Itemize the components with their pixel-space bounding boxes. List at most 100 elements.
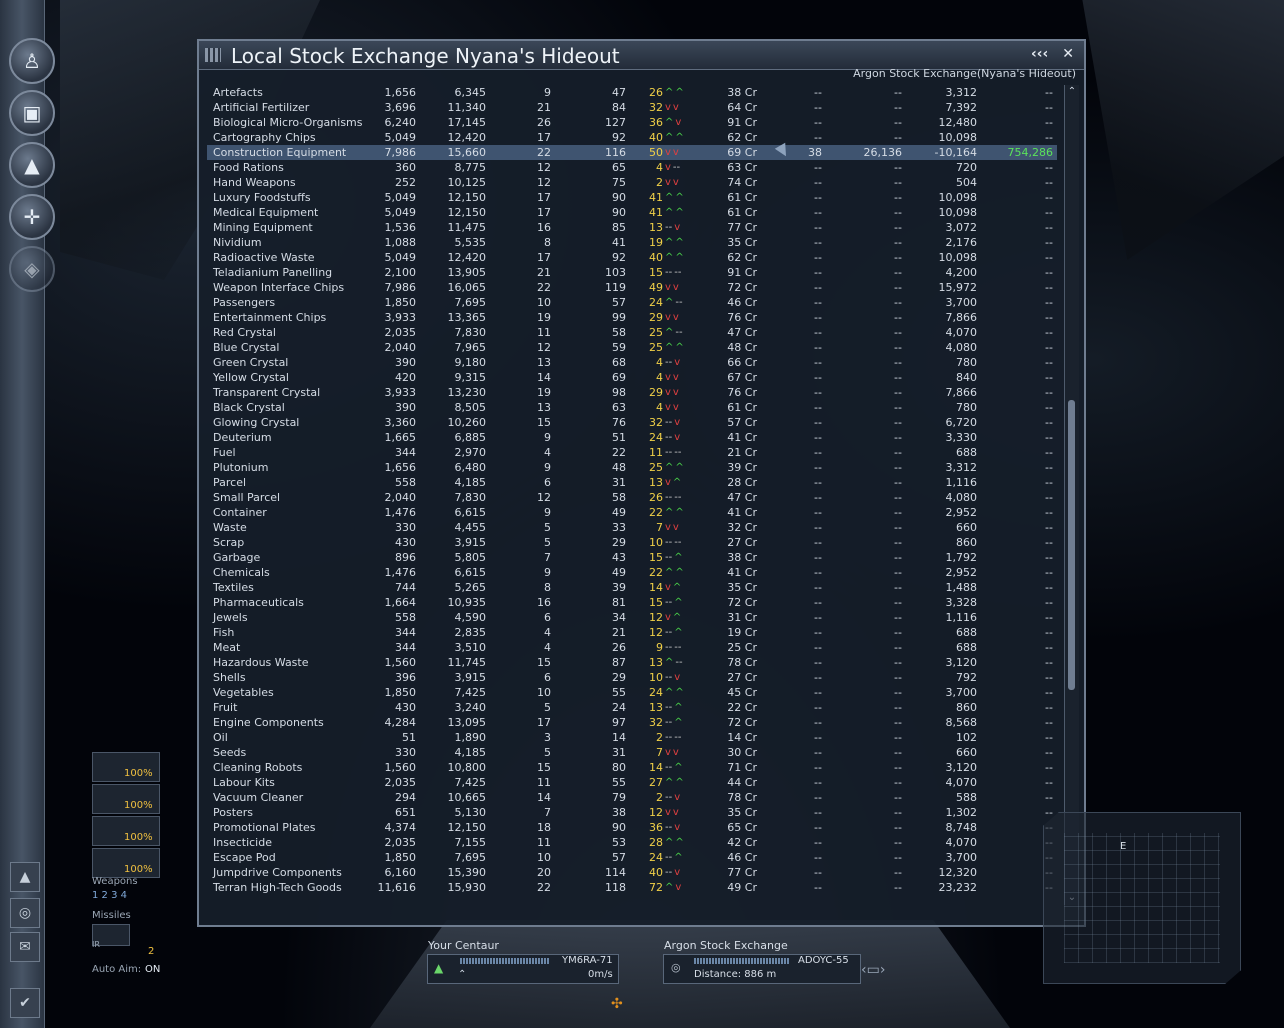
max-price: 12,150 [447, 821, 487, 834]
table-row[interactable]: Labour Kits 2,035 7,425 11 55 27 44 Cr -- -- 4,07… [207, 775, 1057, 790]
table-row[interactable]: Pharmaceuticals 1,664 10,935 16 81 15 72 Cr -- -… [207, 595, 1057, 610]
target-status-box[interactable]: ◎ ADOYC-55 Distance: 886 m [663, 954, 861, 984]
table-row[interactable]: Fuel 344 2,970 4 22 11 21 Cr -- -- 688 -- -- -- [207, 445, 1057, 460]
table-row[interactable]: Hazardous Waste 1,560 11,745 15 87 13 78 Cr -- -… [207, 655, 1057, 670]
table-row[interactable]: Weapon Interface Chips 7,986 16,065 22 119 49… [207, 280, 1057, 295]
table-row[interactable]: Shells 396 3,915 6 29 10 27 Cr -- -- 792 -- -- v [207, 670, 1057, 685]
table-row[interactable]: Plutonium 1,656 6,480 9 48 25 39 Cr -- -- 3,312 --… [207, 460, 1057, 475]
col-b: 103 [605, 266, 626, 279]
profit: -- [1045, 191, 1053, 204]
trend-up-icon: ^ [675, 507, 684, 518]
table-row[interactable]: Waste 330 4,455 5 33 7 32 Cr -- -- 660 -- v v [207, 520, 1057, 535]
table-row[interactable]: Hand Weapons 252 10,125 12 75 2 74 Cr -- -- 504 --… [207, 175, 1057, 190]
table-row[interactable]: Posters 651 5,130 7 38 12 35 Cr -- -- 1,302 -- v v [207, 805, 1057, 820]
table-row[interactable]: Fish 344 2,835 4 21 12 19 Cr -- -- 688 -- -- ^ [207, 625, 1057, 640]
table-row[interactable]: Black Crystal 390 8,505 13 63 4 61 Cr -- -- 780 --… [207, 400, 1057, 415]
table-row[interactable]: Red Crystal 2,035 7,830 11 58 25 47 Cr -- -- 4,07… [207, 325, 1057, 340]
navigation-menu-icon[interactable]: ▲ [9, 142, 55, 188]
scroll-thumb[interactable] [1068, 400, 1075, 690]
disabled-menu-icon[interactable]: ◈ [9, 246, 55, 292]
col-d1: -- [814, 446, 822, 459]
value: 4,080 [945, 341, 978, 354]
min-price: 330 [395, 746, 416, 759]
table-row[interactable]: Teladianium Panelling 2,100 13,905 21 103 15 9… [207, 265, 1057, 280]
monitor-icon[interactable]: ‹▭› [861, 962, 885, 978]
min-price: 744 [395, 581, 416, 594]
table-row[interactable]: Scrap 430 3,915 5 29 10 27 Cr -- -- 860 -- -- -- [207, 535, 1057, 550]
table-row[interactable]: Small Parcel 2,040 7,830 12 58 26 47 Cr -- -- 4,0… [207, 490, 1057, 505]
current-price: 32 [649, 716, 663, 729]
table-row[interactable]: Jumpdrive Components 6,160 15,390 20 114 40 77… [207, 865, 1057, 880]
table-row[interactable]: Biological Micro-Organisms 6,240 17,145 26 1… [207, 115, 1057, 130]
table-row[interactable]: Deuterium 1,665 6,885 9 51 24 41 Cr -- -- 3,330 --… [207, 430, 1057, 445]
table-row[interactable]: Green Crystal 390 9,180 13 68 4 66 Cr -- -- 780 --… [207, 355, 1057, 370]
table-row[interactable]: Insecticide 2,035 7,155 11 53 28 42 Cr -- -- 4,07… [207, 835, 1057, 850]
throttle-icon[interactable]: ⌃ [458, 969, 466, 980]
table-row[interactable]: Vacuum Cleaner 294 10,665 14 79 2 78 Cr -- -- 588… [207, 790, 1057, 805]
item-name: Medical Equipment [213, 206, 319, 219]
table-row[interactable]: Fruit 430 3,240 5 24 13 22 Cr -- -- 860 -- -- ^ [207, 700, 1057, 715]
close-icon[interactable]: ✕ [1062, 46, 1074, 62]
table-row[interactable]: Blue Crystal 2,040 7,965 12 59 25 48 Cr -- -- 4,0… [207, 340, 1057, 355]
table-row[interactable]: Medical Equipment 5,049 12,150 17 90 41 61 Cr -… [207, 205, 1057, 220]
table-row[interactable]: Garbage 896 5,805 7 43 15 38 Cr -- -- 1,792 -- -- ^ [207, 550, 1057, 565]
title-bar[interactable]: Local Stock Exchange Nyana's Hideout ‹‹‹… [199, 41, 1084, 70]
table-row[interactable]: Artificial Fertilizer 3,696 11,340 21 84 32 64… [207, 100, 1057, 115]
item-name: Passengers [213, 296, 276, 309]
table-row[interactable]: Nividium 1,088 5,535 8 41 19 35 Cr -- -- 2,176 -- ^… [207, 235, 1057, 250]
table-row[interactable]: Vegetables 1,850 7,425 10 55 24 45 Cr -- -- 3,700… [207, 685, 1057, 700]
table-row[interactable]: Container 1,476 6,615 9 49 22 41 Cr -- -- 2,952 --… [207, 505, 1057, 520]
table-row[interactable]: Radioactive Waste 5,049 12,420 17 92 40 62 Cr -… [207, 250, 1057, 265]
window-title: Local Stock Exchange Nyana's Hideout [231, 44, 620, 68]
table-row[interactable]: Glowing Crystal 3,360 10,260 15 76 32 57 Cr -- -… [207, 415, 1057, 430]
trend-arrows: -- v [665, 820, 682, 835]
table-row[interactable]: Jewels 558 4,590 6 34 12 31 Cr -- -- 1,116 -- v ^ [207, 610, 1057, 625]
table-row[interactable]: Construction Equipment 7,986 15,660 22 116 50… [207, 142, 1057, 160]
table-row[interactable]: Yellow Crystal 420 9,315 14 69 4 67 Cr -- -- 840 -… [207, 370, 1057, 385]
trend-up-icon: ^ [675, 342, 684, 353]
comm-icon[interactable]: ◎ [10, 898, 40, 928]
min-price: 1,656 [384, 461, 417, 474]
trend-arrows: -- -- [665, 535, 683, 550]
table-row[interactable]: Chemicals 1,476 6,615 9 49 22 41 Cr -- -- 2,952 --… [207, 565, 1057, 580]
table-row[interactable]: Cartography Chips 5,049 12,420 17 92 40 62 Cr -… [207, 130, 1057, 145]
trend-up-icon: ^ [672, 612, 682, 623]
scroll-up-icon[interactable]: ⌃ [1065, 85, 1079, 99]
table-row[interactable]: Parcel 558 4,185 6 31 13 28 Cr -- -- 1,116 -- v ^ [207, 475, 1057, 490]
min-price: 2,100 [384, 266, 417, 279]
col-d2: -- [894, 821, 902, 834]
table-row[interactable]: Mining Equipment 1,536 11,475 16 85 13 77 Cr --… [207, 220, 1057, 235]
pilot-menu-icon[interactable]: ♙ [9, 38, 55, 84]
col-d2: -- [894, 581, 902, 594]
table-row[interactable]: Artefacts 1,656 6,345 9 47 26 38 Cr -- -- 3,312 --… [207, 85, 1057, 100]
ship-menu-icon[interactable]: ▣ [9, 90, 55, 136]
checkbox-icon[interactable]: ✔ [10, 988, 40, 1018]
table-row[interactable]: Luxury Foodstuffs 5,049 12,150 17 90 41 61 Cr -… [207, 190, 1057, 205]
current-price: 25 [649, 326, 663, 339]
table-row[interactable]: Textiles 744 5,265 8 39 14 35 Cr -- -- 1,488 -- v ^ [207, 580, 1057, 595]
weapons-panel: 100% 100% 100% 100% Weapons 1 2 3 4 Miss… [90, 750, 198, 980]
scrollbar[interactable]: ⌃ ⌄ [1064, 85, 1079, 905]
table-row[interactable]: Passengers 1,850 7,695 10 57 24 46 Cr -- -- 3,700… [207, 295, 1057, 310]
max-price: 13,905 [447, 266, 487, 279]
up-arrow-icon[interactable]: ▲ [10, 862, 40, 892]
profit: -- [1045, 761, 1053, 774]
table-row[interactable]: Oil 51 1,890 3 14 2 14 Cr -- -- 102 -- -- -- [207, 730, 1057, 745]
profit: -- [1045, 161, 1053, 174]
table-row[interactable]: Engine Components 4,284 13,095 17 97 32 72 Cr -… [207, 715, 1057, 730]
item-name: Shells [213, 671, 246, 684]
weapon-groups[interactable]: 1 2 3 4 [92, 890, 127, 901]
target-menu-icon[interactable]: ✛ [9, 194, 55, 240]
table-row[interactable]: Cleaning Robots 1,560 10,800 15 80 14 71 Cr -- -… [207, 760, 1057, 775]
table-row[interactable]: Transparent Crystal 3,933 13,230 19 98 29 76 C… [207, 385, 1057, 400]
table-row[interactable]: Escape Pod 1,850 7,695 10 57 24 46 Cr -- -- 3,700… [207, 850, 1057, 865]
collapse-icon[interactable]: ‹‹‹ [1031, 46, 1048, 62]
table-row[interactable]: Food Rations 360 8,775 12 65 4 63 Cr -- -- 720 -- v… [207, 160, 1057, 175]
auto-aim-value[interactable]: ON [145, 964, 160, 975]
mail-icon[interactable]: ✉ [10, 932, 40, 962]
table-row[interactable]: Terran High-Tech Goods 11,616 15,930 22 118 7… [207, 880, 1057, 895]
table-row[interactable]: Meat 344 3,510 4 26 9 25 Cr -- -- 688 -- -- -- [207, 640, 1057, 655]
table-row[interactable]: Promotional Plates 4,374 12,150 18 90 36 65 Cr… [207, 820, 1057, 835]
table-row[interactable]: Entertainment Chips 3,933 13,365 19 99 29 76 C… [207, 310, 1057, 325]
table-row[interactable]: Seeds 330 4,185 5 31 7 30 Cr -- -- 660 -- v v [207, 745, 1057, 760]
